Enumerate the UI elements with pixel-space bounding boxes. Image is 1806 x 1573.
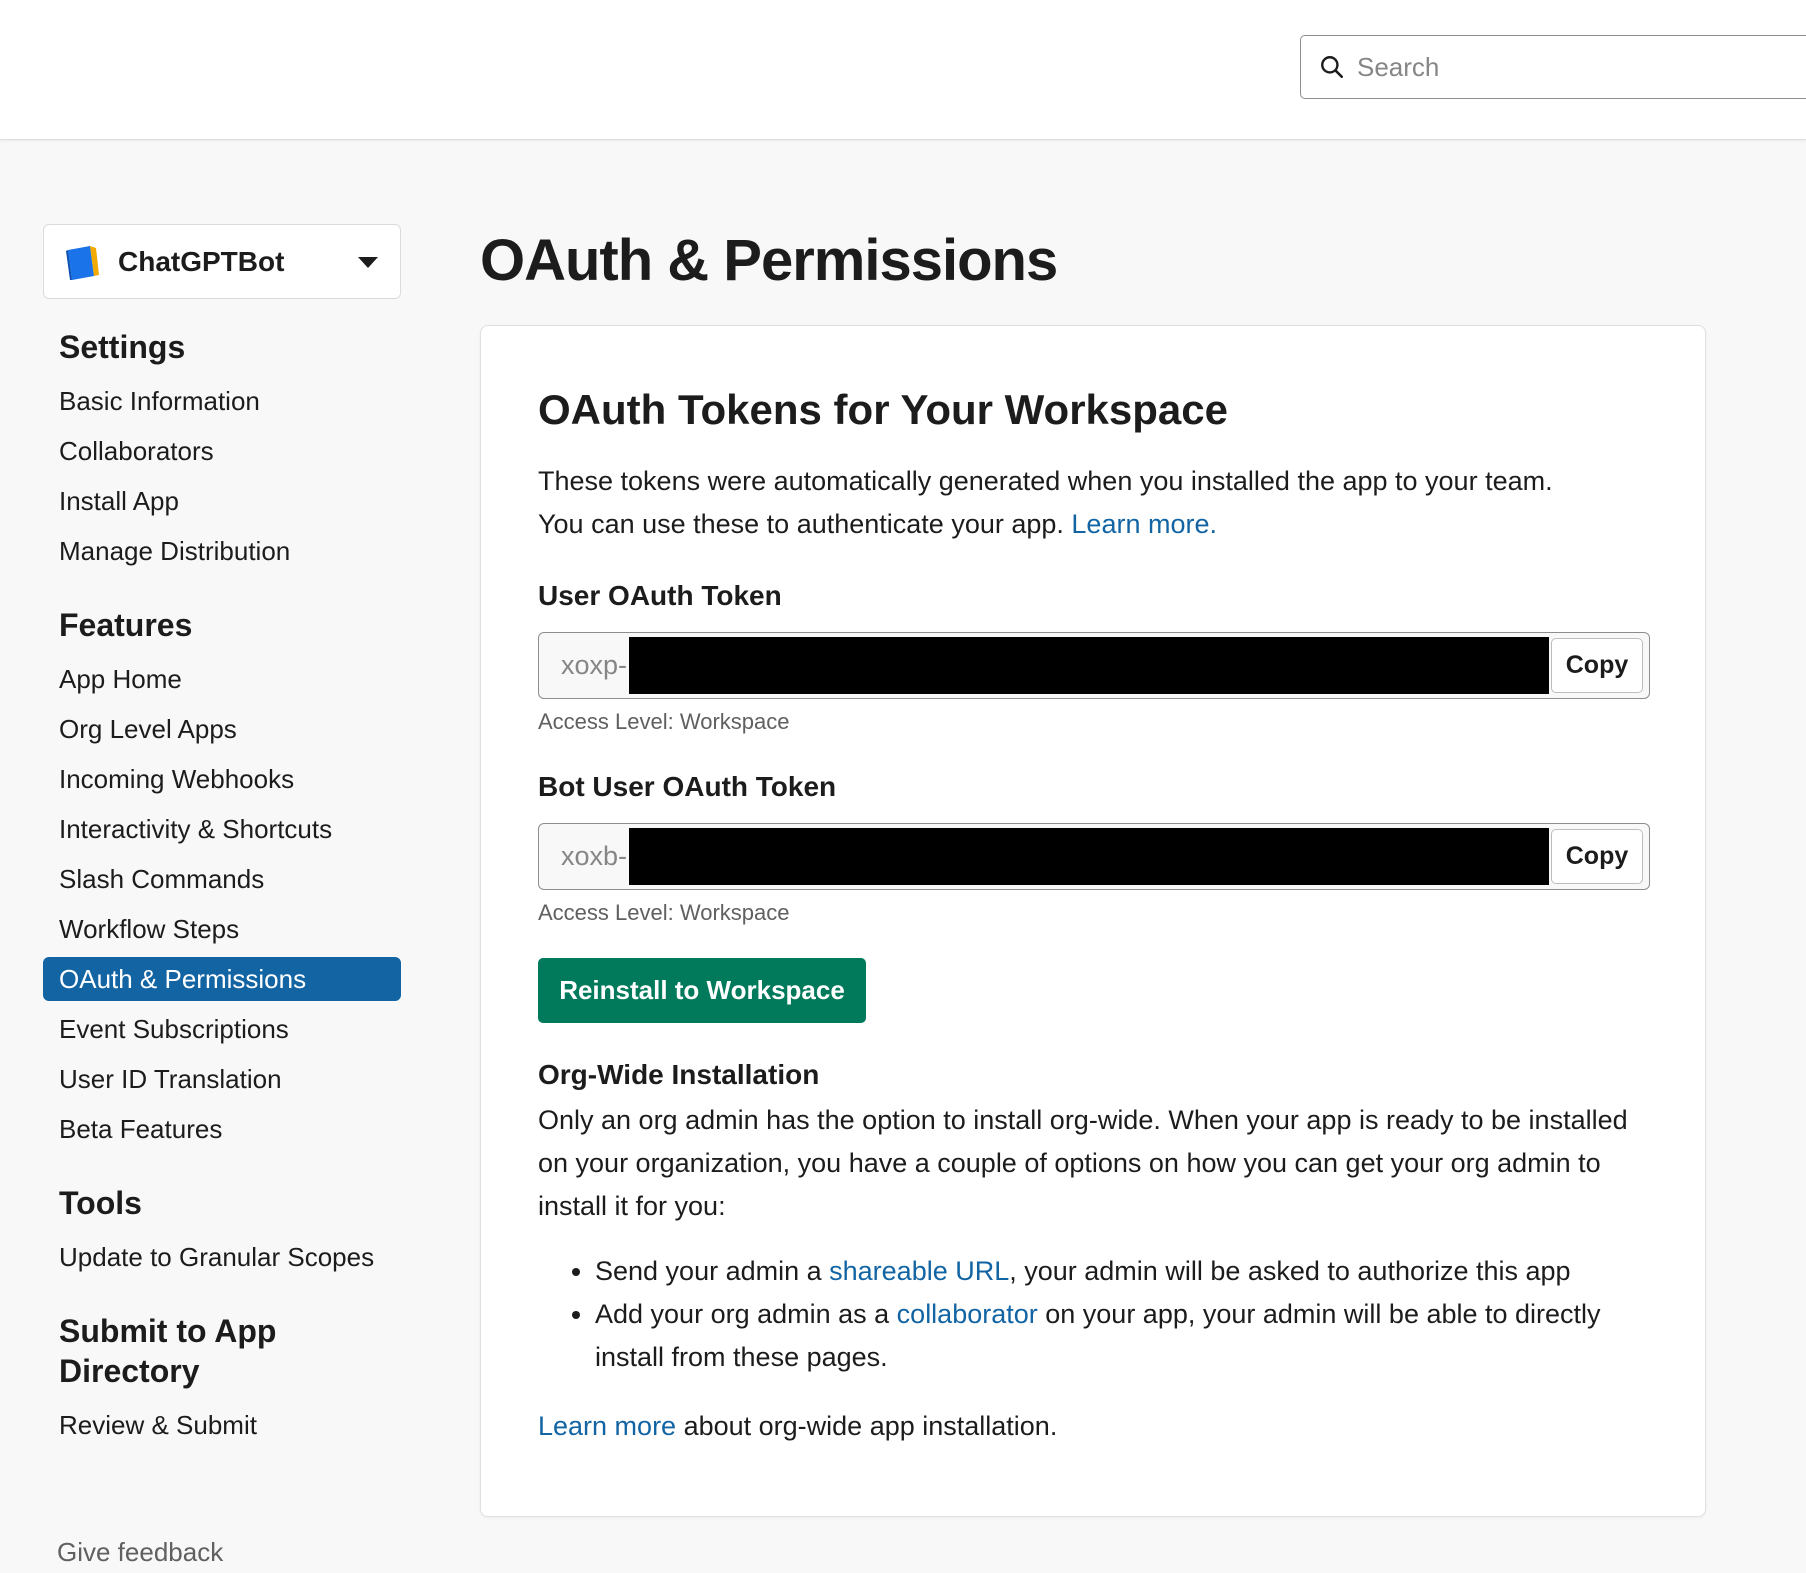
user-token-label: User OAuth Token — [538, 580, 782, 611]
sidebar-item-beta-features[interactable]: Beta Features — [43, 1107, 401, 1151]
nav-section-submit: Submit to App Directory Review & Submit — [43, 1311, 401, 1447]
list-item: Send your admin a shareable URL, your ad… — [595, 1250, 1648, 1293]
redacted-token — [629, 828, 1549, 885]
page-title: OAuth & Permissions — [480, 228, 1058, 293]
user-token-prefix: xoxp- — [561, 650, 628, 680]
card-title: OAuth Tokens for Your Workspace — [538, 386, 1229, 433]
collaborator-link[interactable]: collaborator — [897, 1299, 1038, 1329]
nav-section-tools: Tools Update to Granular Scopes — [43, 1183, 401, 1279]
org-wide-paragraph: Only an org admin has the option to inst… — [538, 1105, 1628, 1221]
bot-token-field[interactable]: xoxb- Copy — [538, 823, 1650, 890]
copy-bot-token-button[interactable]: Copy — [1551, 829, 1643, 884]
footer-text: about org-wide app installation. — [676, 1411, 1058, 1441]
app-switcher[interactable]: ChatGPTBot — [43, 224, 401, 299]
user-token-field[interactable]: xoxp- Copy — [538, 632, 1650, 699]
top-bar — [0, 0, 1806, 140]
redacted-token — [629, 637, 1549, 694]
desc-line-1: These tokens were automatically generate… — [538, 466, 1553, 496]
list-item: Add your org admin as a collaborator on … — [595, 1293, 1648, 1379]
sidebar-item-oauth-permissions[interactable]: OAuth & Permissions — [43, 957, 401, 1001]
app-icon — [66, 245, 99, 280]
sidebar-item-interactivity-shortcuts[interactable]: Interactivity & Shortcuts — [43, 807, 401, 851]
sidebar-item-update-granular-scopes[interactable]: Update to Granular Scopes — [43, 1235, 401, 1279]
sidebar-item-user-id-translation[interactable]: User ID Translation — [43, 1057, 401, 1101]
bullet-text: Send your admin a — [595, 1256, 830, 1286]
learn-more-link[interactable]: Learn more. — [1071, 509, 1217, 539]
sidebar-item-manage-distribution[interactable]: Manage Distribution — [43, 529, 401, 573]
sidebar-item-slash-commands[interactable]: Slash Commands — [43, 857, 401, 901]
app-name: ChatGPTBot — [118, 245, 285, 277]
nav-section-features: Features App Home Org Level Apps Incomin… — [43, 605, 401, 1151]
sidebar-item-incoming-webhooks[interactable]: Incoming Webhooks — [43, 757, 401, 801]
oauth-tokens-card: OAuth Tokens for Your Workspace These to… — [480, 325, 1706, 1517]
card-description: These tokens were automatically generate… — [538, 460, 1648, 546]
sidebar-item-basic-information[interactable]: Basic Information — [43, 379, 401, 423]
bot-token-prefix: xoxb- — [561, 841, 628, 871]
search-box[interactable] — [1300, 35, 1806, 99]
sidebar-item-event-subscriptions[interactable]: Event Subscriptions — [43, 1007, 401, 1051]
sidebar-item-workflow-steps[interactable]: Workflow Steps — [43, 907, 401, 951]
search-icon — [1321, 56, 1344, 79]
desc-line-2: You can use these to authenticate your a… — [538, 509, 1072, 539]
sidebar-item-org-level-apps[interactable]: Org Level Apps — [43, 707, 401, 751]
bot-token-access-level: Access Level: Workspace — [538, 900, 790, 925]
sidebar-item-review-submit[interactable]: Review & Submit — [43, 1403, 401, 1447]
sidebar-item-app-home[interactable]: App Home — [43, 657, 401, 701]
nav-section-title: Features — [59, 607, 193, 643]
user-token-access-level: Access Level: Workspace — [538, 709, 790, 734]
org-wide-heading: Org-Wide Installation — [538, 1059, 820, 1090]
reinstall-to-workspace-button[interactable]: Reinstall to Workspace — [538, 958, 866, 1023]
org-wide-learn-more-link[interactable]: Learn more — [538, 1411, 676, 1441]
sidebar-item-install-app[interactable]: Install App — [43, 479, 401, 523]
main-content: OAuth & Permissions OAuth Tokens for You… — [480, 224, 1706, 1517]
copy-user-token-button[interactable]: Copy — [1551, 638, 1643, 693]
org-wide-footer: Learn more about org-wide app installati… — [538, 1405, 1648, 1448]
bullet-text: , your admin will be asked to authorize … — [1009, 1256, 1571, 1286]
bullet-text: Add your org admin as a — [595, 1299, 897, 1329]
nav-section-settings: Settings Basic Information Collaborators… — [43, 327, 401, 573]
nav-section-title: Submit to App Directory — [59, 1313, 277, 1389]
nav-section-title: Tools — [59, 1185, 142, 1221]
nav-section-title: Settings — [59, 329, 186, 365]
sidebar-item-collaborators[interactable]: Collaborators — [43, 429, 401, 473]
sidebar: ChatGPTBot Settings Basic Information Co… — [43, 224, 401, 1447]
search-input[interactable] — [1357, 51, 1757, 83]
chevron-down-icon[interactable] — [358, 257, 378, 268]
give-feedback-link[interactable]: Give feedback — [57, 1537, 223, 1568]
shareable-url-link[interactable]: shareable URL — [829, 1256, 1009, 1286]
bot-token-label: Bot User OAuth Token — [538, 771, 837, 802]
org-wide-options-list: Send your admin a shareable URL, your ad… — [538, 1250, 1648, 1379]
